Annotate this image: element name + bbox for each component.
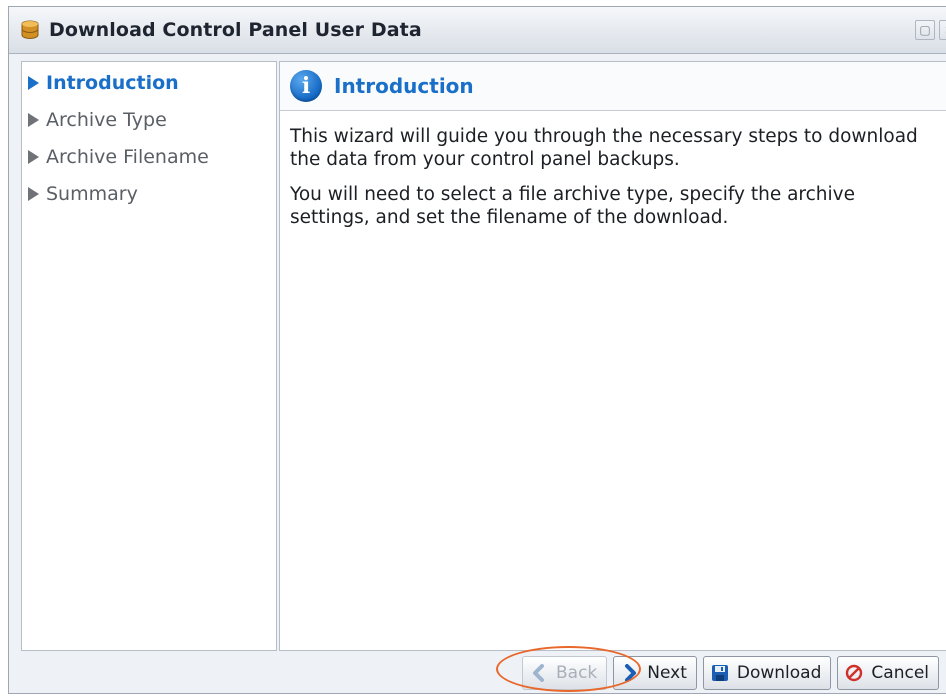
chevron-right-icon — [621, 664, 639, 682]
download-label: Download — [736, 663, 822, 683]
cancel-icon — [845, 664, 863, 682]
panel-title: Introduction — [334, 74, 474, 98]
step-label: Archive Filename — [46, 145, 209, 168]
cancel-button[interactable]: Cancel — [837, 656, 939, 690]
step-label: Summary — [46, 182, 138, 205]
restore-icon[interactable]: ▢ — [915, 20, 935, 40]
step-archive-filename[interactable]: Archive Filename — [22, 138, 276, 175]
save-disk-icon — [711, 664, 729, 682]
info-icon: i — [290, 70, 322, 102]
title-bar: Download Control Panel User Data ▢ × — [9, 7, 946, 54]
back-button[interactable]: Back — [522, 656, 608, 690]
next-label: Next — [647, 663, 687, 683]
arrow-right-icon — [28, 75, 39, 90]
step-introduction[interactable]: Introduction — [22, 64, 276, 101]
download-button[interactable]: Download — [702, 656, 832, 690]
step-archive-type[interactable]: Archive Type — [22, 101, 276, 138]
step-label: Introduction — [46, 71, 179, 94]
arrow-right-icon — [28, 149, 39, 164]
content-panel: i Introduction This wizard will guide yo… — [279, 61, 946, 651]
instructions-paragraph: You will need to select a file archive t… — [290, 184, 855, 228]
panel-body: This wizard will guide you through the n… — [280, 111, 946, 229]
step-label: Archive Type — [46, 108, 167, 131]
intro-paragraph: This wizard will guide you through the n… — [290, 126, 918, 170]
arrow-right-icon — [28, 186, 39, 201]
database-icon — [19, 19, 41, 41]
window-controls: ▢ × — [915, 20, 946, 40]
chevron-left-icon — [530, 664, 548, 682]
button-bar: Back Next Download Cancel — [9, 651, 946, 693]
arrow-right-icon — [28, 112, 39, 127]
steps-sidebar: Introduction Archive Type Archive Filena… — [21, 61, 277, 651]
next-button[interactable]: Next — [613, 656, 697, 690]
close-icon[interactable]: × — [939, 20, 946, 40]
wizard-content: Introduction Archive Type Archive Filena… — [21, 61, 946, 651]
panel-header: i Introduction — [280, 62, 946, 111]
window-title: Download Control Panel User Data — [49, 19, 422, 41]
back-label: Back — [556, 663, 598, 683]
cancel-label: Cancel — [871, 663, 929, 683]
wizard-window: Download Control Panel User Data ▢ × Int… — [8, 6, 946, 694]
step-summary[interactable]: Summary — [22, 175, 276, 212]
